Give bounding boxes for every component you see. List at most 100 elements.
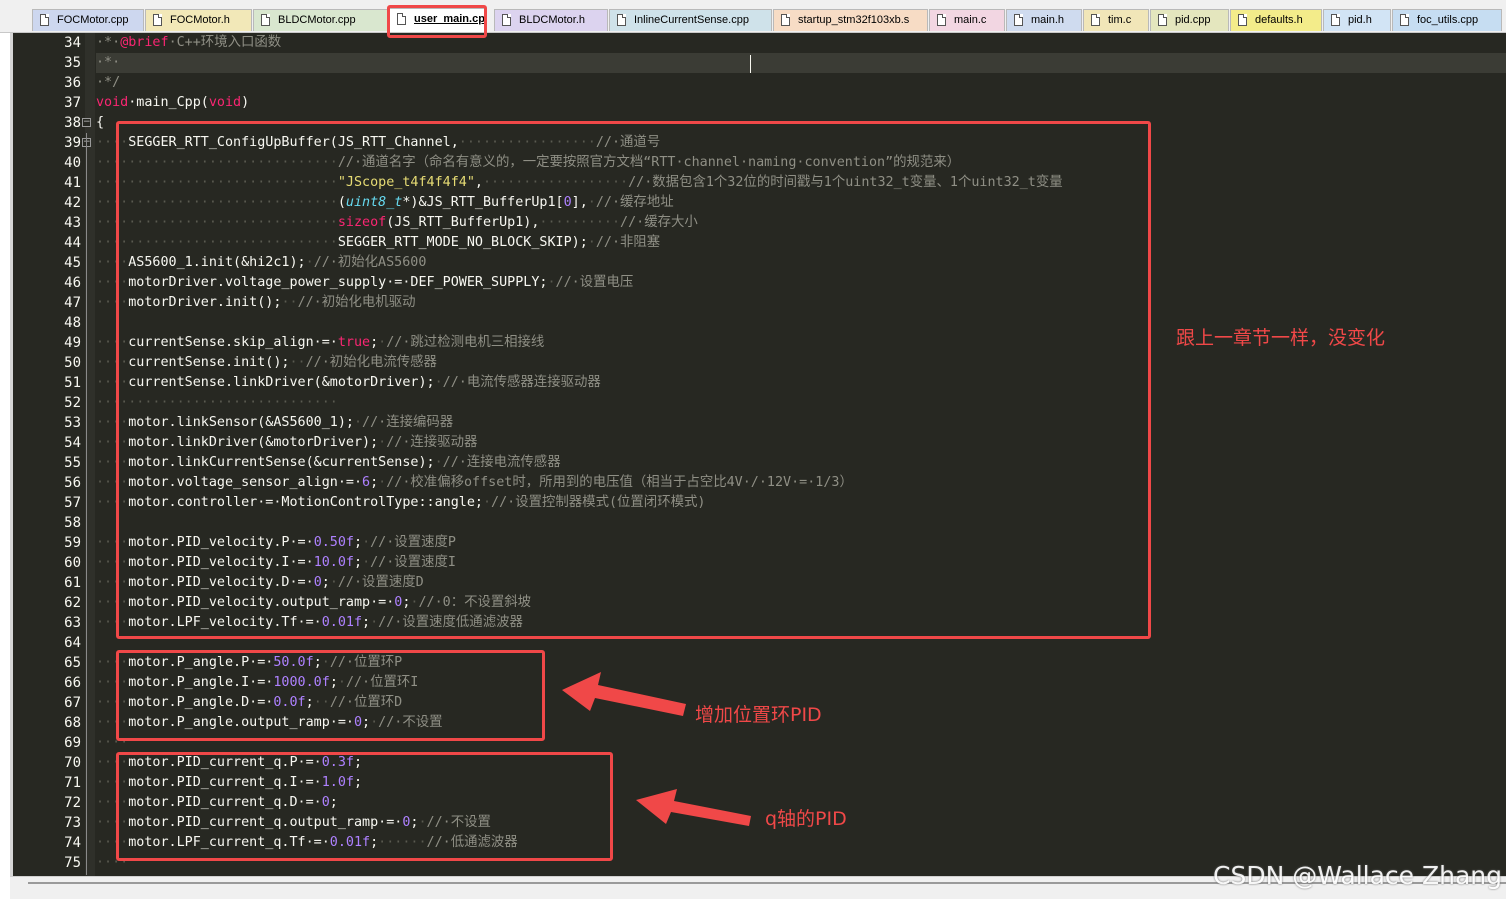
file-icon [261, 14, 270, 26]
tab-defaults-h[interactable]: defaults.h [1230, 9, 1322, 31]
line-number: 75 [64, 855, 81, 871]
line-number: 46 [64, 275, 81, 291]
tab-label: defaults.h [1255, 14, 1303, 26]
tab-startup-stm32f103xb-s[interactable]: startup_stm32f103xb.s [773, 9, 928, 31]
code-line[interactable]: { [96, 113, 104, 133]
position-pid-box [116, 650, 545, 741]
line-number: 45 [64, 255, 81, 271]
line-number: 71 [64, 775, 81, 791]
tab-label: InlineCurrentSense.cpp [634, 14, 749, 26]
code-token: @brief [120, 35, 169, 50]
line-number: 56 [64, 475, 81, 491]
line-number: 59 [64, 535, 81, 551]
line-number: 43 [64, 215, 81, 231]
line-number: 38 [64, 115, 81, 131]
tab-bldcmotor-cpp[interactable]: BLDCMotor.cpp [253, 9, 388, 31]
unchanged-code-box [116, 121, 1151, 639]
tab-label: BLDCMotor.h [519, 14, 586, 26]
line-number: 57 [64, 495, 81, 511]
line-number: 44 [64, 235, 81, 251]
code-token: ·*/ [96, 75, 121, 90]
line-number-gutter: 34 35 36 37 38 39 40 41 42 43 44 45 46 47 48 49 50 51 52 53… [13, 33, 85, 876]
tab-label: pid.h [1348, 14, 1372, 26]
q-axis-pid-box [116, 752, 613, 861]
tab-label: main.c [954, 14, 987, 26]
tab-bar: FOCMotor.cpp FOCMotor.h BLDCMotor.cpp user_… [0, 0, 1506, 33]
code-token: ) [241, 95, 250, 110]
file-icon [1014, 14, 1023, 26]
line-number: 51 [64, 375, 81, 391]
line-number: 58 [64, 515, 81, 531]
file-icon [1331, 14, 1340, 26]
tab-label: BLDCMotor.cpp [278, 14, 356, 26]
line-number: 61 [64, 575, 81, 591]
code-token: { [96, 115, 105, 130]
tab-label: main.h [1031, 14, 1065, 26]
tab-pid-h[interactable]: pid.h [1323, 9, 1391, 31]
line-number: 50 [64, 355, 81, 371]
tab-main-c[interactable]: main.c [929, 9, 1005, 31]
file-icon [1158, 14, 1167, 26]
csdn-watermark: CSDN @Wallace Zhang [1213, 861, 1502, 890]
tab-label: pid.cpp [1175, 14, 1211, 26]
line-number: 54 [64, 435, 81, 451]
line-number: 64 [64, 635, 81, 651]
annotation-position-pid: 增加位置环PID [695, 704, 822, 726]
tab-main-h[interactable]: main.h [1006, 9, 1082, 31]
file-icon [937, 14, 946, 26]
current-line-highlight [96, 53, 1506, 73]
file-icon [1091, 14, 1100, 26]
tab-label: foc_utils.cpp [1417, 14, 1479, 26]
line-number: 73 [64, 815, 81, 831]
tab-label: startup_stm32f103xb.s [798, 14, 910, 26]
line-number: 34 [64, 35, 81, 51]
line-number: 36 [64, 75, 81, 91]
line-number: 72 [64, 795, 81, 811]
line-number: 53 [64, 415, 81, 431]
code-token: void [96, 95, 129, 110]
line-number: 41 [64, 175, 81, 191]
tab-focmotor-cpp[interactable]: FOCMotor.cpp [32, 9, 144, 31]
code-token: ·*· [96, 35, 121, 50]
fold-toggle-icon[interactable]: − [82, 118, 91, 127]
annotation-q-axis-pid: q轴的PID [765, 808, 847, 830]
text-caret [750, 55, 751, 73]
line-number: 37 [64, 95, 81, 111]
code-token: ·main_Cpp( [128, 95, 209, 110]
code-token: ·C++环境入口函数 [168, 35, 282, 50]
tab-tim-c[interactable]: tim.c [1083, 9, 1149, 31]
line-number: 69 [64, 735, 81, 751]
tab-label: FOCMotor.cpp [57, 14, 129, 26]
code-line[interactable]: ·*/ [96, 73, 120, 93]
tab-bldcmotor-h[interactable]: BLDCMotor.h [494, 9, 608, 31]
line-number: 55 [64, 455, 81, 471]
line-number: 67 [64, 695, 81, 711]
line-number: 63 [64, 615, 81, 631]
code-token: void [208, 95, 242, 110]
active-tab-highlight-box [387, 5, 487, 38]
tab-focmotor-h[interactable]: FOCMotor.h [145, 9, 252, 31]
line-number: 39 [64, 135, 81, 151]
file-icon [502, 14, 511, 26]
tab-foc-utils-cpp[interactable]: foc_utils.cpp [1392, 9, 1502, 31]
fold-guide-line [86, 133, 87, 875]
annotation-unchanged: 跟上一章节一样，没变化 [1176, 327, 1386, 349]
tab-pid-cpp[interactable]: pid.cpp [1150, 9, 1229, 31]
line-number: 35 [64, 55, 81, 71]
file-icon [617, 14, 626, 26]
file-icon [1238, 14, 1247, 26]
line-number: 62 [64, 595, 81, 611]
line-number: 60 [64, 555, 81, 571]
tab-label: FOCMotor.h [170, 14, 230, 26]
tab-inlinecurrentsense-cpp[interactable]: InlineCurrentSense.cpp [609, 9, 772, 31]
line-number: 42 [64, 195, 81, 211]
code-line[interactable]: ·*· [96, 53, 120, 73]
line-number: 52 [64, 395, 81, 411]
code-line[interactable]: ·*·@brief·C++环境入口函数 [96, 33, 281, 53]
tab-label: tim.c [1108, 14, 1132, 26]
code-token: ·*· [96, 55, 121, 70]
file-icon [1400, 14, 1409, 26]
line-number: 74 [64, 835, 81, 851]
line-number: 70 [64, 755, 81, 771]
code-line[interactable]: void·main_Cpp(void) [96, 93, 249, 113]
